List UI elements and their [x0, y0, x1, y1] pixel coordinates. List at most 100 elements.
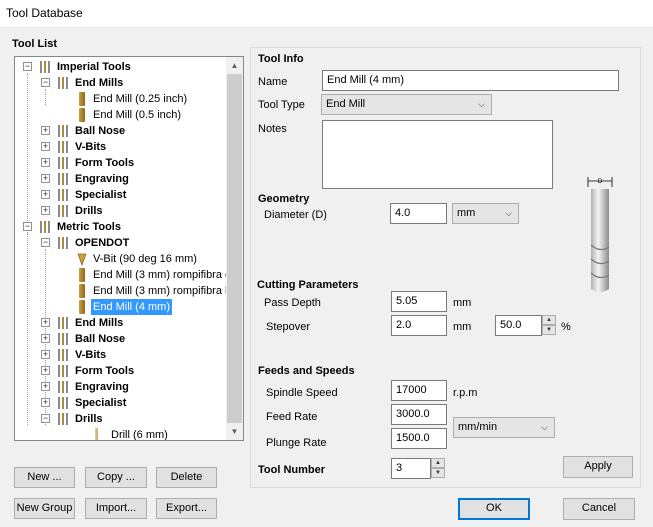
end-mill-icon: [79, 268, 85, 282]
end-mill-icon: [79, 300, 85, 314]
tree-guide-line: [27, 73, 28, 233]
feed-rate-label: Feed Rate: [266, 411, 318, 423]
expand-icon[interactable]: +: [41, 382, 50, 391]
tree-node-label: Specialist: [75, 397, 127, 409]
name-label: Name: [258, 76, 288, 88]
chevron-down-icon: ⌵: [505, 208, 512, 218]
collapse-icon[interactable]: −: [41, 238, 50, 247]
tool-group-icon: [57, 77, 71, 89]
stepover-input[interactable]: 2.0: [391, 315, 447, 336]
collapse-icon[interactable]: −: [23, 222, 32, 231]
expand-icon[interactable]: +: [41, 334, 50, 343]
expand-icon[interactable]: +: [41, 126, 50, 135]
cancel-button[interactable]: Cancel: [563, 498, 635, 520]
collapse-icon[interactable]: −: [41, 78, 50, 87]
tool-group-icon: [57, 381, 71, 393]
pass-depth-input[interactable]: 5.05: [391, 291, 447, 312]
tool-group-icon: [57, 157, 71, 169]
copy-button[interactable]: Copy ...: [85, 467, 147, 488]
window-title: Tool Database: [6, 6, 83, 20]
tool-group-icon: [57, 317, 71, 329]
spin-up-icon[interactable]: ▲: [542, 315, 556, 325]
scroll-up-icon[interactable]: ▲: [226, 57, 243, 74]
tool-number-label: Tool Number: [258, 464, 326, 476]
import-button[interactable]: Import...: [85, 498, 147, 519]
tree-node-label: End Mill (0.25 inch): [93, 93, 188, 105]
stepover-percent-spinner[interactable]: ▲ ▼: [542, 315, 556, 336]
tree-node-label: End Mill (3 mm) rompifibra c: [93, 269, 231, 281]
stepover-unit: mm: [453, 321, 472, 333]
notes-textarea[interactable]: [322, 120, 553, 189]
tree-node-label: Drills: [75, 413, 103, 425]
expand-icon[interactable]: +: [41, 190, 50, 199]
tree-node-label: Engraving: [75, 381, 129, 393]
feeds-speeds-heading: Feeds and Speeds: [258, 365, 355, 377]
collapse-icon[interactable]: −: [23, 62, 32, 71]
new-button[interactable]: New ...: [14, 467, 75, 488]
spin-up-icon[interactable]: ▲: [431, 458, 445, 468]
tool-group-icon: [57, 333, 71, 345]
geometry-heading: Geometry: [258, 193, 310, 205]
export-button[interactable]: Export...: [156, 498, 217, 519]
tree-node-label: Form Tools: [75, 157, 135, 169]
tool-type-select[interactable]: End Mill ⌵: [321, 94, 492, 115]
tool-name-input[interactable]: End Mill (4 mm): [322, 70, 619, 91]
tool-type-value: End Mill: [326, 98, 366, 110]
pass-depth-unit: mm: [453, 297, 472, 309]
tool-group-icon: [57, 365, 71, 377]
tool-group-icon: [57, 349, 71, 361]
diameter-label: Diameter (D): [264, 209, 327, 221]
plunge-rate-input[interactable]: 1500.0: [391, 428, 447, 449]
spindle-speed-unit: r.p.m: [453, 387, 478, 399]
tool-number-input[interactable]: 3: [391, 458, 431, 479]
scroll-down-icon[interactable]: ▼: [226, 423, 243, 440]
spindle-speed-input[interactable]: 17000: [391, 380, 447, 401]
feed-rate-input[interactable]: 3000.0: [391, 404, 447, 425]
rate-units-select[interactable]: mm/min ⌵: [453, 417, 555, 438]
expand-icon[interactable]: +: [41, 206, 50, 215]
stepover-percent-unit: %: [561, 321, 571, 333]
tool-group-icon: [57, 125, 71, 137]
expand-icon[interactable]: +: [41, 174, 50, 183]
new-group-button[interactable]: New Group: [14, 498, 75, 519]
end-mill-diagram-icon: D: [587, 177, 613, 292]
title-bar: Tool Database: [0, 0, 653, 28]
spin-down-icon[interactable]: ▼: [431, 468, 445, 478]
tool-group-icon: [57, 397, 71, 409]
tree-node-label: OPENDOT: [75, 237, 130, 249]
diameter-input[interactable]: 4.0: [390, 203, 447, 224]
tool-list-label: Tool List: [12, 38, 58, 50]
tool-number-spinner[interactable]: ▲ ▼: [431, 458, 445, 479]
expand-icon[interactable]: +: [41, 318, 50, 327]
apply-button[interactable]: Apply: [563, 456, 633, 478]
tree-node-label: End Mill (4 mm): [91, 299, 173, 315]
end-mill-icon: [79, 284, 85, 298]
delete-button[interactable]: Delete: [156, 467, 217, 488]
tree-guide-line: [45, 89, 46, 105]
drill-icon: [95, 428, 98, 440]
expand-icon[interactable]: +: [41, 142, 50, 151]
end-mill-icon: [79, 92, 85, 106]
rate-units-value: mm/min: [458, 421, 498, 433]
tree-scrollbar[interactable]: ▲ ▼: [226, 57, 243, 440]
units-select[interactable]: mm ⌵: [452, 203, 519, 224]
tree-node-label: Engraving: [75, 173, 129, 185]
tree-guide-line: [27, 233, 28, 425]
expand-icon[interactable]: +: [41, 366, 50, 375]
tree-node-label: End Mill (0.5 inch): [93, 109, 182, 121]
scroll-thumb[interactable]: [227, 74, 242, 423]
tree-node-label: Ball Nose: [75, 333, 126, 345]
tool-group-icon: [57, 237, 71, 249]
tree-node-label: Drill (6 mm): [111, 429, 168, 441]
ok-button[interactable]: OK: [458, 498, 530, 520]
diameter-diagram-label: D: [598, 179, 603, 185]
expand-icon[interactable]: +: [41, 158, 50, 167]
tree-node-label: End Mills: [75, 77, 124, 89]
tree-node-label: Ball Nose: [75, 125, 126, 137]
expand-icon[interactable]: +: [41, 350, 50, 359]
stepover-percent-input[interactable]: 50.0: [495, 315, 542, 336]
tool-tree[interactable]: − Imperial Tools − End Mills End Mill (0…: [14, 56, 244, 441]
expand-icon[interactable]: +: [41, 398, 50, 407]
collapse-icon[interactable]: −: [41, 414, 50, 423]
spin-down-icon[interactable]: ▼: [542, 325, 556, 335]
